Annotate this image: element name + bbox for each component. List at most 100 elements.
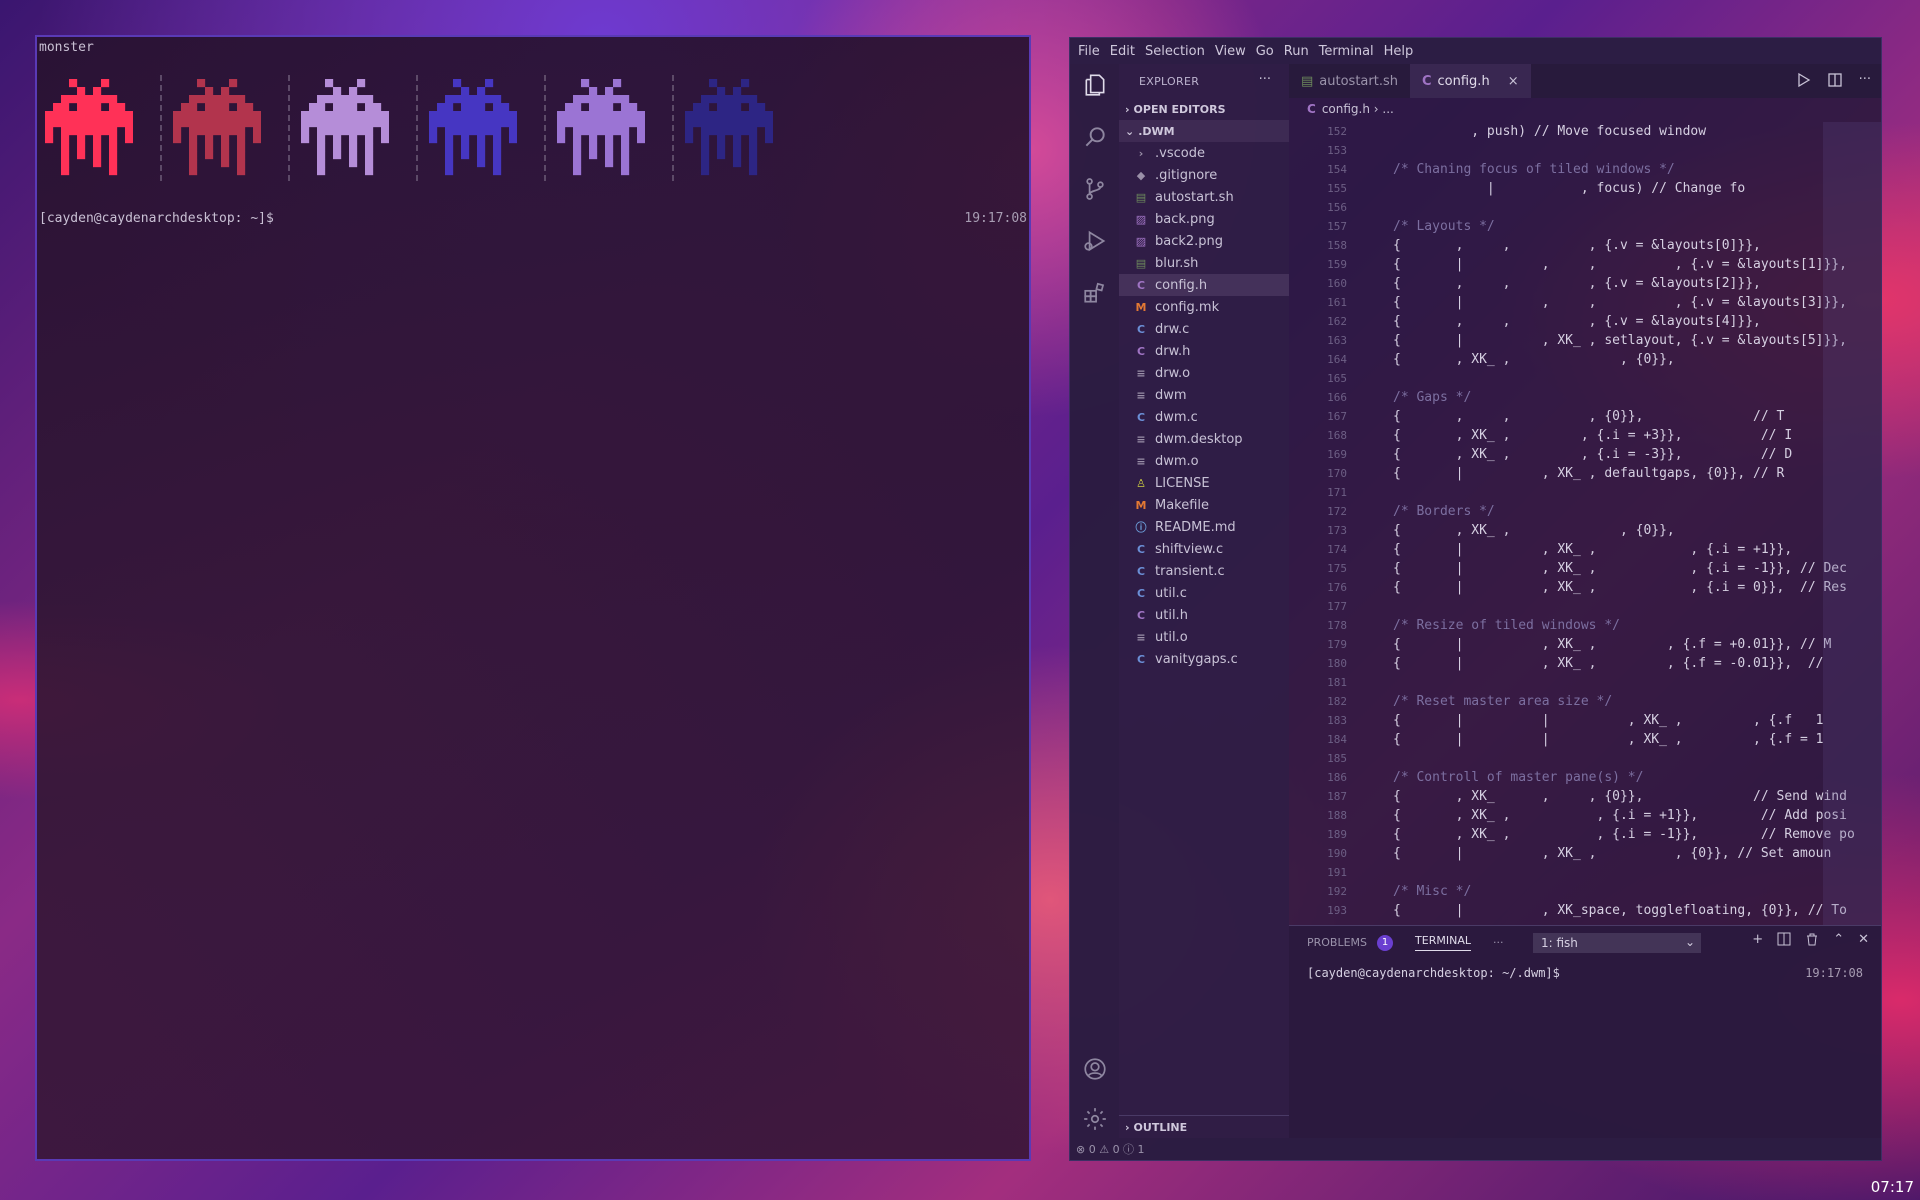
file-item[interactable]: Cdrw.h <box>1119 340 1289 362</box>
chevron-right-icon: › <box>1125 102 1130 116</box>
menu-go[interactable]: Go <box>1256 44 1274 59</box>
minimap[interactable] <box>1823 122 1881 926</box>
line-number: 152 <box>1327 125 1347 138</box>
panel-terminal-prompt[interactable]: [cayden@caydenarchdesktop: ~/.dwm]$ <box>1307 966 1560 980</box>
divider <box>672 75 674 181</box>
problems-status[interactable]: ⊗ 0 ⚠ 0 ⓘ 1 <box>1076 1141 1145 1157</box>
status-bar: ⊗ 0 ⚠ 0 ⓘ 1 <box>1070 1138 1881 1160</box>
file-item[interactable]: ▤ blur.sh <box>1119 252 1289 274</box>
code-editor[interactable]: 152 , push) // Move focused window 153 154… <box>1289 122 1881 926</box>
file-item[interactable]: Cconfig.h <box>1119 274 1289 296</box>
file-item[interactable]: Cvanitygaps.c <box>1119 648 1289 670</box>
file-item[interactable]: ▨ back2.png <box>1119 230 1289 252</box>
code-line: { | , XK_space, togglefloating, {0}}, //… <box>1393 903 1847 918</box>
explorer-icon[interactable] <box>1082 72 1108 98</box>
menu-file[interactable]: File <box>1078 44 1100 59</box>
file-item[interactable]: Cutil.c <box>1119 582 1289 604</box>
line-number: 162 <box>1327 315 1347 328</box>
text-file-icon: ≡ <box>1136 630 1146 644</box>
file-name: shiftview.c <box>1155 541 1224 557</box>
code-line: { | | , XK_ , , {.f = 1 <box>1393 732 1824 747</box>
menu-view[interactable]: View <box>1215 44 1246 59</box>
close-panel-icon[interactable]: ✕ <box>1858 932 1869 947</box>
chevron-right-icon: › <box>1138 146 1144 160</box>
trash-icon[interactable] <box>1805 932 1819 946</box>
file-item[interactable]: ≡ dwm.desktop <box>1119 428 1289 450</box>
menu-selection[interactable]: Selection <box>1145 44 1205 59</box>
file-item[interactable]: Cdwm.c <box>1119 406 1289 428</box>
bottom-panel: PROBLEMS 1 TERMINAL ··· 1: fish ⌄ + ⌃ ✕ … <box>1289 925 1881 1138</box>
code-line: { , , , {0}}, // T <box>1393 409 1785 424</box>
file-name: blur.sh <box>1155 255 1199 271</box>
more-actions-icon[interactable]: ··· <box>1859 72 1871 88</box>
file-item[interactable]: ⓘ README.md <box>1119 516 1289 538</box>
more-actions-icon[interactable]: ··· <box>1493 936 1504 949</box>
chevron-down-icon: ⌄ <box>1125 124 1135 138</box>
file-item[interactable]: ▤ autostart.sh <box>1119 186 1289 208</box>
search-icon[interactable] <box>1082 124 1108 150</box>
code-line: { , , , {.v = &layouts[2]}}, <box>1393 276 1761 291</box>
line-number: 191 <box>1327 866 1347 879</box>
menu-help[interactable]: Help <box>1384 44 1414 59</box>
file-item[interactable]: ≡ util.o <box>1119 626 1289 648</box>
run-debug-icon[interactable] <box>1082 228 1108 254</box>
extensions-icon[interactable] <box>1082 280 1108 306</box>
shell-prompt[interactable]: [cayden@caydenarchdesktop: ~]$ <box>39 211 274 226</box>
file-name: config.mk <box>1155 299 1220 315</box>
menu-bar: File Edit Selection View Go Run Terminal… <box>1070 38 1881 64</box>
split-terminal-icon[interactable] <box>1777 932 1791 946</box>
line-number: 169 <box>1327 448 1347 461</box>
prompt-clock: 19:17:08 <box>964 211 1027 226</box>
vscode-window: File Edit Selection View Go Run Terminal… <box>1069 37 1882 1161</box>
file-name: autostart.sh <box>1155 189 1234 205</box>
file-item[interactable]: ♙ LICENSE <box>1119 472 1289 494</box>
file-item[interactable]: Ctransient.c <box>1119 560 1289 582</box>
tab-problems[interactable]: PROBLEMS <box>1307 936 1367 949</box>
file-item[interactable]: Cutil.h <box>1119 604 1289 626</box>
terminal-select[interactable]: 1: fish ⌄ <box>1533 933 1701 953</box>
outline-section[interactable]: › OUTLINE <box>1119 1115 1289 1138</box>
terminal-title: monster <box>39 40 94 55</box>
file-item[interactable]: Cshiftview.c <box>1119 538 1289 560</box>
new-terminal-icon[interactable]: + <box>1752 932 1763 947</box>
divider <box>416 75 418 181</box>
chevron-up-icon[interactable]: ⌃ <box>1833 932 1844 947</box>
c-file-icon: C <box>1136 586 1146 600</box>
divider <box>544 75 546 181</box>
file-item[interactable]: Cdrw.c <box>1119 318 1289 340</box>
file-item[interactable]: › .vscode <box>1119 142 1289 164</box>
code-line: { , XK_ , , {.i = -3}}, // D <box>1393 447 1793 462</box>
monster-sprite <box>45 79 133 176</box>
file-item[interactable]: ≡ dwm <box>1119 384 1289 406</box>
file-item[interactable]: ▨ back.png <box>1119 208 1289 230</box>
terminal-window[interactable]: monster [cayden@caydenarchdesktop: ~]$ 1… <box>35 35 1031 1161</box>
line-number: 192 <box>1327 885 1347 898</box>
line-number: 166 <box>1327 391 1347 404</box>
more-actions-icon[interactable]: ··· <box>1259 72 1271 87</box>
file-item[interactable]: ◆ .gitignore <box>1119 164 1289 186</box>
file-item[interactable]: M Makefile <box>1119 494 1289 516</box>
folder-section[interactable]: ⌄ .DWM <box>1119 120 1289 142</box>
run-icon[interactable] <box>1795 72 1811 88</box>
tab-autostart[interactable]: ▤ autostart.sh <box>1289 64 1410 98</box>
code-line: { , XK_ , , {0}}, <box>1393 523 1675 538</box>
file-name: dwm.desktop <box>1155 431 1243 447</box>
menu-edit[interactable]: Edit <box>1110 44 1135 59</box>
open-editors-section[interactable]: › OPEN EDITORS <box>1119 98 1289 120</box>
tab-terminal[interactable]: TERMINAL <box>1415 934 1471 951</box>
settings-gear-icon[interactable] <box>1082 1106 1108 1132</box>
line-number: 160 <box>1327 277 1347 290</box>
menu-run[interactable]: Run <box>1284 44 1309 59</box>
line-number: 154 <box>1327 163 1347 176</box>
split-editor-icon[interactable] <box>1827 72 1843 88</box>
file-item[interactable]: Mconfig.mk <box>1119 296 1289 318</box>
close-tab-icon[interactable]: × <box>1508 74 1519 89</box>
menu-terminal[interactable]: Terminal <box>1319 44 1374 59</box>
file-item[interactable]: ≡ drw.o <box>1119 362 1289 384</box>
shell-file-icon: ▤ <box>1301 73 1314 89</box>
file-item[interactable]: ≡ dwm.o <box>1119 450 1289 472</box>
chevron-right-icon: › <box>1125 1120 1130 1134</box>
source-control-icon[interactable] <box>1082 176 1108 202</box>
tab-config-h[interactable]: C config.h × <box>1409 64 1531 98</box>
account-icon[interactable] <box>1082 1056 1108 1082</box>
